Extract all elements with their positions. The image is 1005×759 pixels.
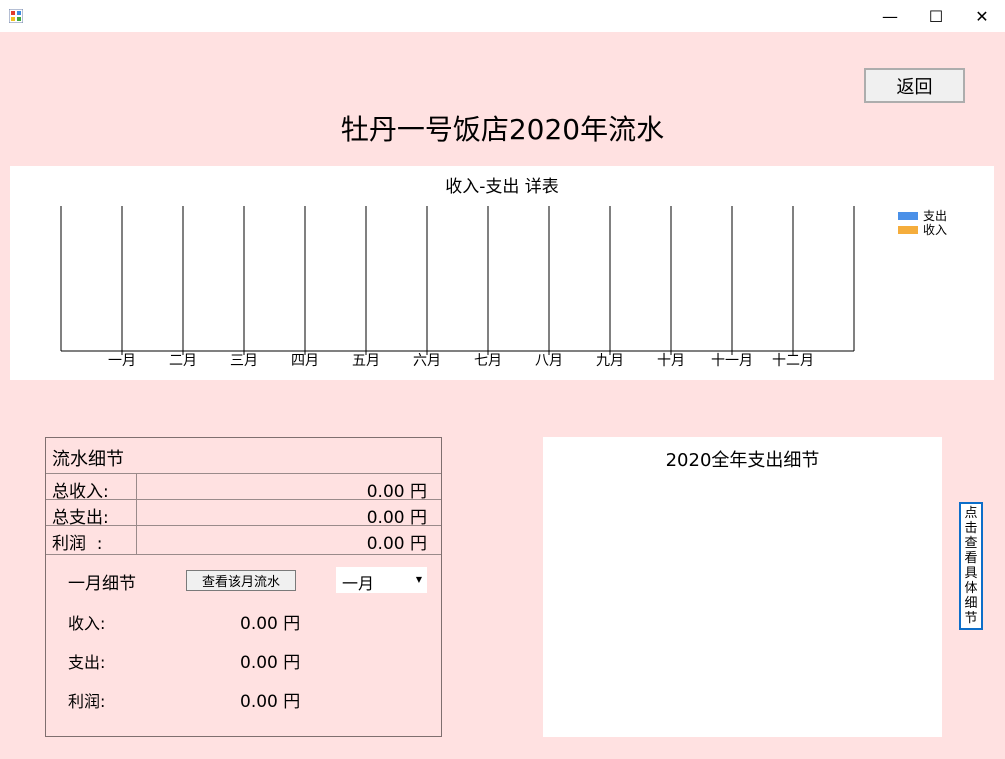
- maximize-icon: ☐: [928, 6, 944, 26]
- x-tick-label: 六月: [413, 353, 441, 369]
- legend-label-expense: 支出: [923, 209, 948, 223]
- maximize-button[interactable]: ☐: [913, 0, 959, 32]
- month-income-label: 收入:: [68, 614, 106, 633]
- chart-legend: 支出 收入: [898, 209, 947, 237]
- month-expense-label: 支出:: [68, 653, 106, 672]
- back-button[interactable]: 返回: [864, 68, 965, 103]
- grid-divider: [136, 526, 137, 554]
- chart-canvas: 一月 二月 三月 四月 五月 六月 七月 八月 九月 十月 十一月 十二月: [60, 206, 855, 369]
- profit-row: 利润 : 0.00 円: [46, 525, 441, 555]
- view-details-button[interactable]: 点击查看具体细节: [959, 502, 983, 630]
- x-tick-label: 一月: [108, 353, 136, 369]
- x-tick-label: 十月: [657, 353, 685, 369]
- month-profit-label: 利润:: [68, 692, 106, 711]
- legend-label-income: 收入: [923, 223, 948, 237]
- title-bar: — ☐ ✕: [0, 0, 1005, 32]
- legend-item-expense: 支出: [898, 209, 947, 223]
- legend-swatch-income: [898, 226, 918, 234]
- month-detail-title: 一月细节: [68, 574, 136, 594]
- month-select[interactable]: 一月 ▼: [336, 567, 427, 593]
- month-select-value: 一月: [342, 574, 375, 593]
- x-tick-label: 八月: [535, 353, 563, 369]
- page-title: 牡丹一号饭店2020年流水: [340, 113, 665, 146]
- x-tick-label: 三月: [230, 353, 258, 369]
- month-expense-value: 0.00 円: [240, 653, 301, 673]
- profit-value: 0.00 円: [366, 534, 427, 554]
- grid-divider: [136, 500, 137, 526]
- grid-divider: [136, 474, 137, 500]
- x-tick-label: 九月: [596, 353, 624, 369]
- detail-header: 流水细节: [52, 449, 124, 470]
- month-income-value: 0.00 円: [240, 614, 301, 634]
- x-tick-label: 十二月: [772, 353, 814, 369]
- detail-panel: 流水细节 总收入: 0.00 円 总支出: 0.00 円 利润 : 0.00 円…: [45, 437, 442, 737]
- month-profit-value: 0.00 円: [240, 692, 301, 712]
- close-button[interactable]: ✕: [959, 0, 1005, 32]
- total-expense-row: 总支出: 0.00 円: [46, 499, 441, 528]
- legend-swatch-expense: [898, 212, 918, 220]
- x-tick-label: 七月: [474, 353, 502, 369]
- x-tick-label: 二月: [169, 353, 197, 369]
- minimize-button[interactable]: —: [867, 0, 913, 32]
- total-income-row: 总收入: 0.00 円: [46, 473, 441, 502]
- x-tick-label: 十一月: [711, 353, 753, 369]
- x-tick-label: 四月: [291, 353, 319, 369]
- view-details-label: 点击查看具体细节: [964, 506, 978, 626]
- expense-panel: 2020全年支出细节: [543, 437, 942, 737]
- legend-item-income: 收入: [898, 223, 947, 237]
- view-month-flow-button[interactable]: 查看该月流水: [186, 570, 296, 591]
- chevron-down-icon: ▼: [415, 575, 422, 584]
- minimize-icon: —: [882, 6, 898, 26]
- close-icon: ✕: [975, 6, 989, 26]
- x-tick-label: 五月: [352, 353, 380, 369]
- profit-label: 利润 :: [52, 534, 103, 554]
- expense-panel-title: 2020全年支出细节: [665, 450, 820, 471]
- app-icon: [8, 8, 24, 24]
- income-expense-chart: 收入-支出 详表 一月 二月 三月 四月 五月 六月 七月 八月 九月 十月 十一月 十二月 支出 收…: [10, 166, 994, 380]
